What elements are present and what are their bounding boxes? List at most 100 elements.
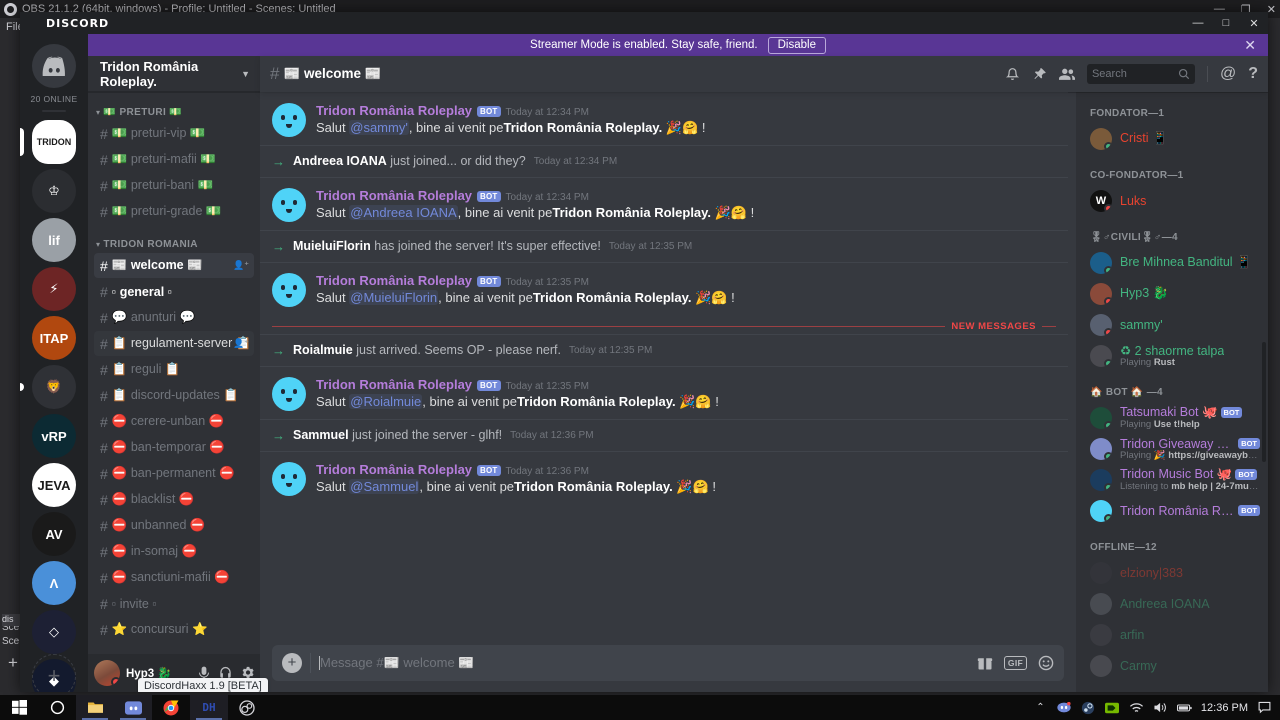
member-item[interactable]: Tridon România Ro... BOT: [1076, 495, 1268, 526]
guild-icon[interactable]: lif: [32, 218, 76, 262]
member-scrollbar[interactable]: [1262, 342, 1266, 462]
avatar[interactable]: [1090, 468, 1112, 491]
emoji-icon[interactable]: [1038, 655, 1054, 671]
avatar[interactable]: [1090, 437, 1112, 460]
channel-item[interactable]: # 💵 preturi-grade 💵: [94, 199, 254, 224]
channel-item[interactable]: # ⛔ in-somaj ⛔: [94, 539, 254, 564]
cortana-icon[interactable]: [38, 695, 76, 720]
avatar[interactable]: [1090, 251, 1112, 274]
channel-item[interactable]: # 💵 preturi-mafii 💵: [94, 147, 254, 172]
channel-item[interactable]: # 💵 preturi-vip 💵: [94, 121, 254, 146]
avatar[interactable]: [1090, 654, 1112, 677]
avatar[interactable]: [1090, 499, 1112, 522]
chrome-icon[interactable]: [152, 695, 190, 720]
search-icon[interactable]: [1178, 68, 1190, 80]
taskbar-clock[interactable]: 12:36 PM: [1201, 702, 1248, 714]
discord-tray-icon[interactable]: [1057, 700, 1072, 715]
user-mention[interactable]: @Roialmuie: [349, 393, 423, 409]
obs-icon[interactable]: [228, 695, 266, 720]
guild-icon[interactable]: ♔: [32, 169, 76, 213]
chevron-down-icon[interactable]: ▾: [96, 240, 100, 249]
channel-item[interactable]: # ▫ invite ▫: [94, 591, 254, 616]
channel-item[interactable]: # ⛔ blacklist ⛔: [94, 487, 254, 512]
member-item[interactable]: Hyp3 🐉: [1076, 278, 1268, 309]
avatar[interactable]: [94, 660, 120, 686]
streamer-mode-disable-button[interactable]: Disable: [767, 36, 826, 54]
close-icon[interactable]: ✕: [1244, 37, 1256, 53]
chevron-up-icon[interactable]: ⌃: [1033, 700, 1048, 715]
member-item[interactable]: Tatsumaki Bot 🐙 BOT Playing Use t!help: [1076, 402, 1268, 433]
channel-item[interactable]: # ⛔ ban-temporar ⛔: [94, 435, 254, 460]
channel-item[interactable]: # ⛔ sanctiuni-mafii ⛔: [94, 565, 254, 590]
member-item[interactable]: W Luks: [1076, 185, 1268, 216]
channel-item[interactable]: # ⭐ concursuri ⭐: [94, 617, 254, 642]
member-list[interactable]: FONDATOR—1 Cristi 📱 CO-FONDATOR—1 W Luks 🎖♂CI…: [1076, 92, 1268, 692]
gift-icon[interactable]: [977, 655, 993, 671]
member-item[interactable]: elziony|383: [1076, 557, 1268, 588]
help-icon[interactable]: ?: [1248, 65, 1258, 83]
obs-close-button[interactable]: ✕: [1267, 3, 1276, 16]
avatar[interactable]: [1090, 282, 1112, 305]
avatar[interactable]: [272, 187, 306, 222]
channel-item[interactable]: # ⛔ cerere-unban ⛔: [94, 409, 254, 434]
member-item[interactable]: Tridon Music Bot 🐙 BOT Listening to mb hel…: [1076, 464, 1268, 495]
channel-item[interactable]: # 💬 anunturi 💬: [94, 305, 254, 330]
avatar[interactable]: [1090, 561, 1112, 584]
discord-icon[interactable]: [114, 695, 152, 720]
avatar[interactable]: [1090, 623, 1112, 646]
avatar[interactable]: [272, 376, 306, 411]
channel-category[interactable]: ▾ TRIDON ROMANIA: [88, 225, 260, 253]
member-item[interactable]: Tridon Giveaway B... BOT Playing 🎉 https:/…: [1076, 433, 1268, 464]
user-mention[interactable]: @MuieluiFlorin: [349, 289, 439, 305]
user-mention[interactable]: @sammy': [349, 120, 409, 135]
obs-scene-item[interactable]: dis: [2, 614, 22, 626]
channel-item[interactable]: # 💵 preturi-bani 💵: [94, 173, 254, 198]
member-item[interactable]: Cristi 📱: [1076, 123, 1268, 154]
member-item[interactable]: Bre Mihnea Banditul 📱: [1076, 247, 1268, 278]
channel-category[interactable]: ▾ 💵 PRETURI 💵: [88, 93, 260, 121]
discord-home-icon[interactable]: [32, 44, 76, 88]
guild-icon[interactable]: ◇: [32, 610, 76, 654]
guild-icon[interactable]: ITAP: [32, 316, 76, 360]
message-author[interactable]: Tridon România Roleplay: [316, 273, 472, 288]
user-mention[interactable]: @Andreea IOANA: [349, 204, 458, 220]
obs-add-scene-button[interactable]: +: [5, 654, 21, 671]
avatar[interactable]: [1090, 127, 1112, 150]
avatar[interactable]: [1090, 592, 1112, 615]
member-item[interactable]: arfin: [1076, 619, 1268, 650]
gif-button[interactable]: GIF: [1003, 656, 1027, 670]
members-icon[interactable]: [1058, 67, 1075, 81]
avatar[interactable]: [272, 461, 306, 496]
guild-icon[interactable]: ⚡: [32, 267, 76, 311]
chevron-down-icon[interactable]: ▼: [241, 69, 250, 79]
message-author[interactable]: Tridon România Roleplay: [316, 462, 472, 477]
avatar[interactable]: [1090, 313, 1112, 336]
mention-icon[interactable]: @: [1220, 65, 1236, 83]
channel-item[interactable]: # 📰 welcome 📰 👤⁺: [94, 253, 254, 278]
message-author[interactable]: Tridon România Roleplay: [316, 188, 472, 203]
battery-icon[interactable]: [1176, 700, 1192, 715]
message-author[interactable]: Tridon România Roleplay: [316, 377, 472, 392]
volume-icon[interactable]: [1153, 700, 1168, 715]
channel-item[interactable]: # 📋 regulament-server 📋 👤⁺: [94, 331, 254, 356]
guild-icon[interactable]: vRP: [32, 414, 76, 458]
nvidia-tray-icon[interactable]: [1105, 700, 1120, 715]
avatar[interactable]: [1090, 344, 1112, 367]
search-input[interactable]: [1086, 64, 1195, 84]
avatar[interactable]: [272, 103, 306, 137]
member-item[interactable]: Carmy: [1076, 650, 1268, 681]
avatar[interactable]: [272, 272, 306, 307]
explorer-icon[interactable]: [76, 695, 114, 720]
guild-icon[interactable]: AV: [32, 512, 76, 556]
channel-list[interactable]: ▾ 💵 PRETURI 💵 # 💵 preturi-vip 💵 # 💵 preturi-m…: [88, 93, 260, 654]
dh-icon[interactable]: DH: [190, 695, 228, 720]
member-item[interactable]: Andreea IOANA: [1076, 588, 1268, 619]
guild-header[interactable]: Tridon România Roleplay. ▼: [88, 56, 260, 92]
guild-icon[interactable]: Λ: [32, 561, 76, 605]
search-field[interactable]: [1091, 68, 1182, 80]
bell-icon[interactable]: [1005, 67, 1020, 82]
discord-window-controls[interactable]: — □ ✕: [1184, 12, 1268, 34]
discord-maximize-button[interactable]: □: [1212, 12, 1240, 34]
channel-item[interactable]: # ▫ general ▫: [94, 279, 254, 304]
guild-icon[interactable]: JEVA: [32, 463, 76, 507]
